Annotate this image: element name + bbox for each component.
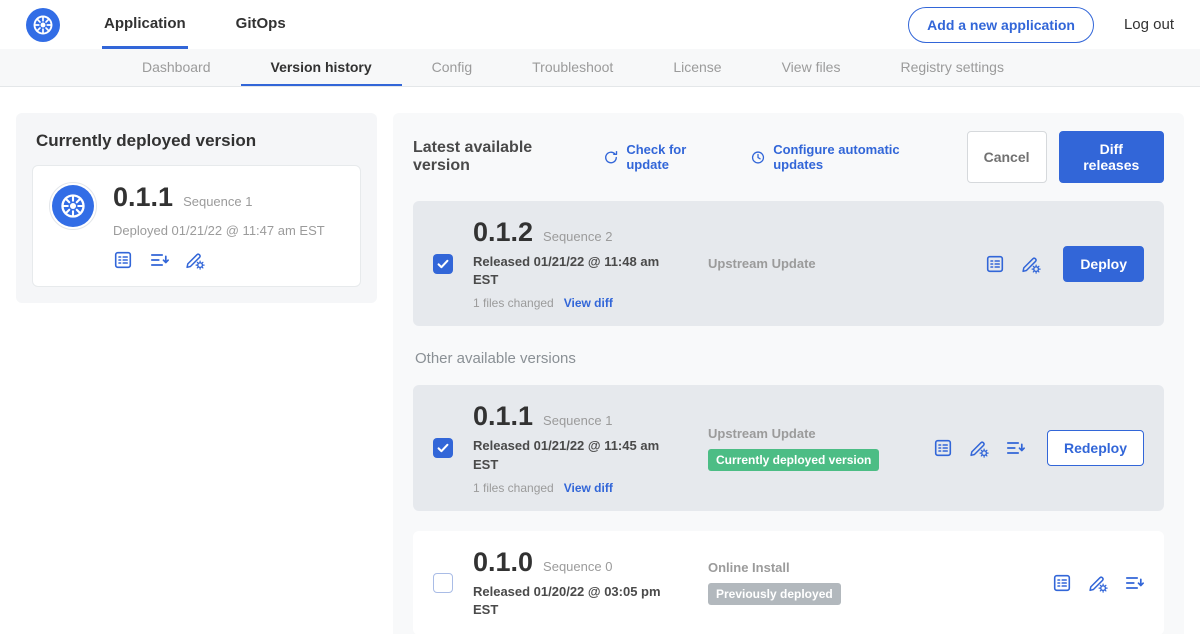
view-diff-link[interactable]: View diff: [564, 481, 613, 495]
tab-application[interactable]: Application: [102, 0, 188, 49]
currently-deployed-card: Currently deployed version 0.1.1 Sequenc…: [16, 113, 377, 303]
released-timestamp: Released 01/20/22 @ 03:05 pm EST: [473, 583, 673, 619]
refresh-icon: [603, 149, 619, 166]
sequence-label: Sequence 1: [543, 413, 612, 428]
clock-icon: [750, 149, 766, 166]
subnav-tab-version-history[interactable]: Version history: [241, 49, 402, 86]
configure-automatic-updates-link[interactable]: Configure automatic updates: [750, 142, 942, 172]
deployed-version-card: 0.1.1 Sequence 1 Deployed 01/21/22 @ 11:…: [32, 165, 361, 287]
diff-releases-button[interactable]: Diff releases: [1059, 131, 1165, 183]
release-notes-icon[interactable]: [933, 438, 953, 458]
subnav-tab-view-files[interactable]: View files: [752, 49, 871, 86]
edit-config-icon[interactable]: [185, 250, 205, 270]
files-changed-label: 1 files changed: [473, 481, 554, 495]
version-checkbox[interactable]: [433, 573, 453, 593]
top-navbar: Application GitOps Add a new application…: [0, 0, 1200, 49]
sequence-label: Sequence 2: [543, 229, 612, 244]
subnav-tab-dashboard[interactable]: Dashboard: [112, 49, 241, 86]
version-source-label: Upstream Update: [708, 256, 933, 271]
version-checkbox[interactable]: [433, 438, 453, 458]
files-changed-label: 1 files changed: [473, 296, 554, 310]
version-number: 0.1.2: [473, 217, 533, 248]
redeploy-button[interactable]: Redeploy: [1047, 430, 1144, 466]
version-number: 0.1.1: [473, 401, 533, 432]
subnav-tab-troubleshoot[interactable]: Troubleshoot: [502, 49, 643, 86]
release-notes-icon[interactable]: [1052, 573, 1072, 593]
subnav-tab-config[interactable]: Config: [402, 49, 502, 86]
version-source-label: Online Install: [708, 560, 933, 575]
kubernetes-app-icon: [49, 182, 97, 230]
latest-version-title: Latest available version: [413, 139, 583, 175]
kubernetes-logo-icon[interactable]: [26, 8, 60, 42]
other-versions-heading: Other available versions: [415, 350, 1162, 367]
released-timestamp: Released 01/21/22 @ 11:45 am EST: [473, 437, 673, 473]
deployed-card-title: Currently deployed version: [36, 131, 361, 151]
edit-config-icon[interactable]: [1088, 573, 1108, 593]
version-row: 0.1.0 Sequence 0 Released 01/20/22 @ 03:…: [413, 531, 1164, 634]
release-notes-icon[interactable]: [113, 250, 133, 270]
check-for-update-label: Check for update: [626, 142, 726, 172]
add-new-application-button[interactable]: Add a new application: [908, 7, 1094, 43]
deploy-button[interactable]: Deploy: [1063, 246, 1144, 282]
version-row: 0.1.2 Sequence 2 Released 01/21/22 @ 11:…: [413, 201, 1164, 326]
deploy-logs-icon[interactable]: [149, 250, 169, 270]
version-row: 0.1.1 Sequence 1 Released 01/21/22 @ 11:…: [413, 385, 1164, 510]
app-subnav: Dashboard Version history Config Trouble…: [0, 49, 1200, 87]
deployed-sequence-label: Sequence 1: [183, 194, 252, 209]
deploy-logs-icon[interactable]: [1124, 573, 1144, 593]
sequence-label: Sequence 0: [543, 559, 612, 574]
subnav-tab-license[interactable]: License: [643, 49, 751, 86]
tab-gitops[interactable]: GitOps: [234, 0, 288, 49]
check-for-update-link[interactable]: Check for update: [603, 142, 726, 172]
edit-config-icon[interactable]: [969, 438, 989, 458]
logout-link[interactable]: Log out: [1124, 16, 1174, 33]
subnav-tab-registry-settings[interactable]: Registry settings: [870, 49, 1033, 86]
version-checkbox[interactable]: [433, 254, 453, 274]
version-history-panel: Latest available version Check for updat…: [393, 113, 1184, 634]
currently-deployed-badge: Currently deployed version: [708, 449, 879, 471]
version-source-label: Upstream Update: [708, 426, 933, 441]
release-notes-icon[interactable]: [985, 254, 1005, 274]
edit-config-icon[interactable]: [1021, 254, 1041, 274]
configure-automatic-updates-label: Configure automatic updates: [773, 142, 942, 172]
released-timestamp: Released 01/21/22 @ 11:48 am EST: [473, 253, 673, 289]
main-content: Currently deployed version 0.1.1 Sequenc…: [0, 87, 1200, 634]
deploy-logs-icon[interactable]: [1005, 438, 1025, 458]
cancel-button[interactable]: Cancel: [967, 131, 1047, 183]
previously-deployed-badge: Previously deployed: [708, 583, 841, 605]
deployed-timestamp: Deployed 01/21/22 @ 11:47 am EST: [113, 223, 325, 238]
view-diff-link[interactable]: View diff: [564, 296, 613, 310]
deployed-version-number: 0.1.1: [113, 182, 173, 213]
version-number: 0.1.0: [473, 547, 533, 578]
